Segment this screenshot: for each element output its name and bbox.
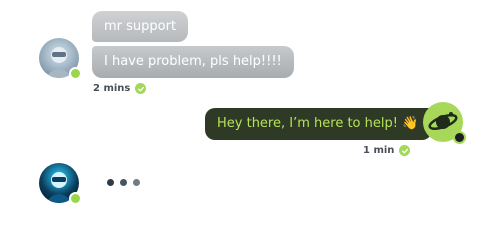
agent-avatar[interactable] — [423, 102, 466, 144]
online-status-dot — [453, 131, 466, 144]
sender-name-bubble: mr support — [92, 11, 189, 42]
message-time: 2 mins — [93, 83, 131, 94]
check-icon — [399, 145, 411, 156]
typing-indicator — [107, 179, 140, 186]
typing-dot — [120, 179, 127, 186]
online-status-dot — [69, 67, 82, 80]
agent-reply-bubble: Hey there, I’m here to help! 👋 — [205, 108, 433, 140]
online-status-dot — [69, 192, 82, 205]
user-avatar[interactable] — [39, 38, 82, 80]
typing-dot — [133, 179, 140, 186]
typing-dot — [107, 179, 114, 186]
message-time: 1 min — [363, 145, 395, 156]
check-icon — [135, 83, 147, 94]
user-message-meta: 2 mins — [93, 83, 147, 94]
user-message-bubble: I have problem, pls help!!!! — [92, 46, 294, 78]
reply-message-meta: 1 min — [363, 145, 411, 156]
user-avatar[interactable] — [39, 163, 82, 205]
